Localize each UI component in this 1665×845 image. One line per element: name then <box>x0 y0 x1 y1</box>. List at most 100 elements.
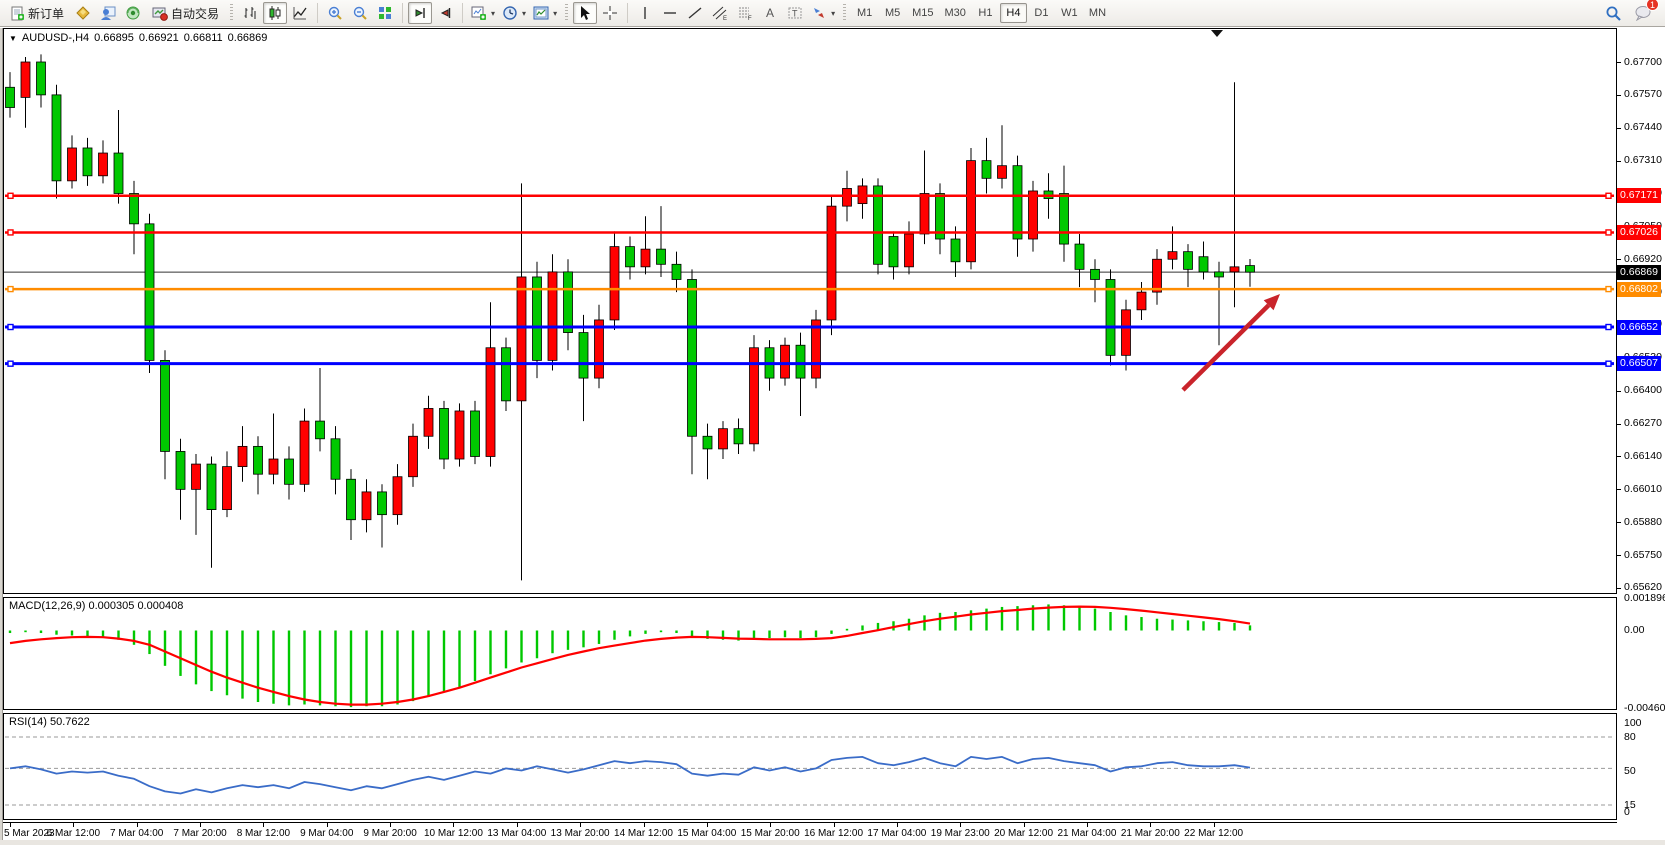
price-chart-pane[interactable] <box>3 28 1617 594</box>
y-axis-tick <box>1617 588 1621 589</box>
macd-axis-label: 0.00 <box>1624 624 1644 636</box>
trendline-button[interactable] <box>683 2 707 24</box>
candle-body <box>610 247 619 320</box>
chart-shift-icon <box>437 5 453 21</box>
candle-body <box>1246 266 1255 273</box>
time-axis-tick <box>707 823 708 827</box>
timeframe-button-W1[interactable]: W1 <box>1056 3 1083 23</box>
candle-body <box>595 320 604 378</box>
line-anchor-right[interactable] <box>1606 325 1611 330</box>
bar-chart-button[interactable] <box>238 2 262 24</box>
timeframe-button-M15[interactable]: M15 <box>907 3 938 23</box>
candle-body <box>285 459 294 484</box>
text-label-icon: T <box>787 5 803 21</box>
line-anchor-left[interactable] <box>8 361 13 366</box>
line-anchor-left[interactable] <box>8 193 13 198</box>
rsi-indicator-pane[interactable] <box>3 713 1617 820</box>
navigator-button[interactable] <box>96 2 120 24</box>
navigator-person-icon <box>100 5 116 21</box>
timeframe-button-M30[interactable]: M30 <box>940 3 971 23</box>
line-anchor-right[interactable] <box>1606 361 1611 366</box>
chart-shift-button[interactable] <box>433 2 457 24</box>
candle-body <box>99 153 108 176</box>
candle-body <box>641 249 650 267</box>
line-anchor-right[interactable] <box>1606 230 1611 235</box>
timeframe-button-M1[interactable]: M1 <box>851 3 878 23</box>
period-button[interactable]: ▾ <box>499 2 529 24</box>
macd-indicator-pane[interactable] <box>3 597 1617 710</box>
y-axis-tick <box>1617 95 1621 96</box>
candle-body <box>254 446 263 474</box>
ohlc-low: 0.66811 <box>184 32 223 44</box>
time-axis-tick <box>644 823 645 827</box>
candle-body <box>316 421 325 439</box>
candle-body <box>750 348 759 444</box>
candle-body <box>874 186 883 264</box>
timeframe-button-M5[interactable]: M5 <box>879 3 906 23</box>
cursor-arrow-icon <box>577 5 593 21</box>
market-watch-button[interactable] <box>71 2 95 24</box>
candle-body <box>998 166 1007 179</box>
line-anchor-left[interactable] <box>8 287 13 292</box>
fibonacci-icon: F <box>737 5 753 21</box>
candlestick-chart-button[interactable] <box>263 2 287 24</box>
candle-body <box>657 249 666 264</box>
y-axis-tick <box>1617 391 1621 392</box>
chart-menu-triangle-icon: ▼ <box>9 34 17 43</box>
time-axis-tick <box>517 823 518 827</box>
autotrade-icon <box>152 5 168 21</box>
candle-body <box>1199 257 1208 272</box>
zoom-out-button[interactable] <box>348 2 372 24</box>
cursor-button[interactable] <box>573 2 597 24</box>
candle-body <box>68 148 77 181</box>
horizontal-line-button[interactable] <box>658 2 682 24</box>
new-order-button[interactable]: 新订单 <box>4 2 70 24</box>
vertical-line-button[interactable] <box>633 2 657 24</box>
candle-body <box>843 188 852 206</box>
notifications-button[interactable]: 1 <box>1631 2 1655 24</box>
line-anchor-left[interactable] <box>8 325 13 330</box>
candle-body <box>207 464 216 510</box>
text-label-button[interactable]: T <box>783 2 807 24</box>
arrows-button[interactable]: ▾ <box>808 2 838 24</box>
timeframe-button-D1[interactable]: D1 <box>1028 3 1055 23</box>
line-chart-button[interactable] <box>288 2 312 24</box>
timeframe-button-MN[interactable]: MN <box>1084 3 1111 23</box>
data-window-button[interactable] <box>121 2 145 24</box>
price-label-0.66802: 0.66802 <box>1617 282 1661 297</box>
line-chart-icon <box>292 5 308 21</box>
timeframe-button-H1[interactable]: H1 <box>972 3 999 23</box>
timeframe-button-H4[interactable]: H4 <box>1000 3 1027 23</box>
rsi-axis-label: 80 <box>1624 731 1636 743</box>
template-button[interactable]: ▾ <box>530 2 560 24</box>
crosshair-button[interactable] <box>598 2 622 24</box>
auto-scroll-button[interactable] <box>408 2 432 24</box>
candle-body <box>719 429 728 449</box>
time-axis-tick <box>390 823 391 827</box>
text-button[interactable]: A <box>758 2 782 24</box>
crosshair-icon <box>602 5 618 21</box>
line-anchor-right[interactable] <box>1606 193 1611 198</box>
candle-body <box>1184 252 1193 270</box>
candle-body <box>672 264 681 279</box>
candle-body <box>176 451 185 489</box>
y-axis-tick <box>1617 522 1621 523</box>
candle-body <box>21 62 30 97</box>
search-button[interactable] <box>1601 2 1625 24</box>
line-anchor-left[interactable] <box>8 230 13 235</box>
new-chart-button[interactable]: ▾ <box>468 2 498 24</box>
equidistant-channel-button[interactable]: E <box>708 2 732 24</box>
autotrade-button[interactable]: 自动交易 <box>146 2 225 24</box>
zoom-in-button[interactable] <box>323 2 347 24</box>
tile-windows-icon <box>377 5 393 21</box>
clock-icon <box>502 5 518 21</box>
candle-body <box>889 236 898 266</box>
line-anchor-right[interactable] <box>1606 287 1611 292</box>
fibonacci-button[interactable]: F <box>733 2 757 24</box>
tile-windows-button[interactable] <box>373 2 397 24</box>
arrows-icon <box>811 5 827 21</box>
price-axis[interactable]: 0.677000.675700.674400.673100.671800.670… <box>1617 28 1665 822</box>
candle-body <box>114 153 123 193</box>
y-axis-label: 0.67310 <box>1624 154 1662 166</box>
candle-body <box>920 193 929 233</box>
